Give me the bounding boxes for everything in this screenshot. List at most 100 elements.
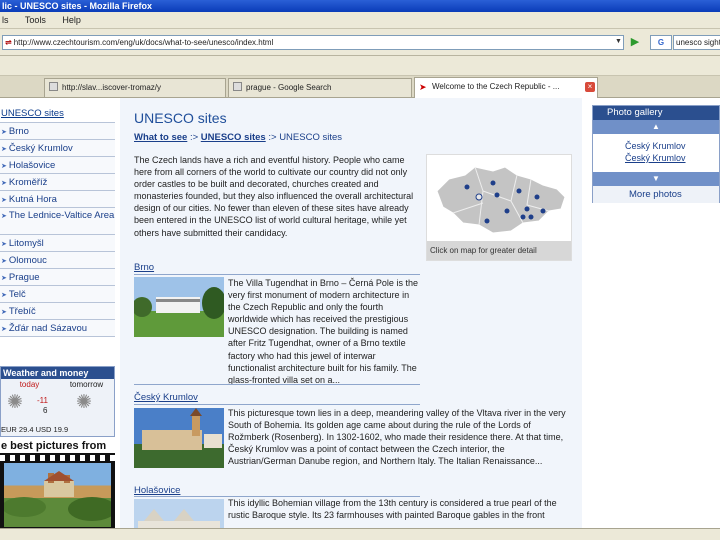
section-divider xyxy=(134,384,420,385)
address-bar[interactable]: ⇌ http://www.czechtourism.com/eng/uk/docs… xyxy=(2,35,624,50)
breadcrumb-separator: :> xyxy=(187,132,201,143)
sidebar-item-label: Holašovice xyxy=(8,160,56,171)
section-text-brno: The Villa Tugendhat in Brno – Černá Pole… xyxy=(228,277,420,386)
address-url: http://www.czechtourism.com/eng/uk/docs/… xyxy=(13,38,274,47)
sidebar-item-kutna-hora[interactable]: ➤ Kutná Hora xyxy=(0,191,115,208)
section-title-brno[interactable]: Brno xyxy=(134,262,154,273)
czech-republic-map-icon xyxy=(436,166,566,234)
tab-google-search[interactable]: prague - Google Search xyxy=(228,78,412,97)
castle-illustration xyxy=(2,471,116,521)
tab-title: http://slav...iscover-tromaz/y xyxy=(62,83,161,92)
arrow-icon: ➤ xyxy=(1,275,7,282)
weather-widget[interactable]: Weather and money today ✺ -11 6 tomorrow… xyxy=(0,366,115,437)
left-navigation: UNESCO sites ➤ Brno ➤ Český Krumlov ➤ Holaš… xyxy=(0,105,115,337)
photo-gallery: Photo gallery ▲ Český Krumlov Český Krum… xyxy=(592,105,720,203)
arrow-icon: ➤ xyxy=(1,258,7,265)
tomorrow-label: tomorrow xyxy=(69,380,104,389)
site-favicon-icon: ⇌ xyxy=(5,38,12,47)
gallery-up-arrow-icon[interactable]: ▲ xyxy=(593,120,719,134)
tab-title: prague - Google Search xyxy=(246,83,332,92)
section-title-cesky-krumlov[interactable]: Český Krumlov xyxy=(134,392,198,403)
gallery-caption-link[interactable]: Český Krumlov xyxy=(625,152,719,164)
holasovice-photo[interactable] xyxy=(134,499,224,528)
exchange-rates: EUR 29.4 USD 19.9 xyxy=(1,425,69,434)
cesky-krumlov-photo[interactable] xyxy=(134,408,224,468)
arrow-icon: ➤ xyxy=(1,129,7,136)
menu-bar: ls Tools Help xyxy=(0,12,720,29)
intro-text: The Czech lands have a rich and eventful… xyxy=(134,155,414,238)
gallery-captions: Český Krumlov Český Krumlov xyxy=(593,134,719,172)
best-pictures-title: e best pictures from xyxy=(0,439,115,453)
czech-map[interactable]: Click on map for greater detail xyxy=(426,154,572,261)
go-arrow-icon[interactable]: ▶ xyxy=(628,35,642,50)
sidebar-item-brno[interactable]: ➤ Brno xyxy=(0,123,115,140)
tab-czech-republic[interactable]: ➤ Welcome to the Czech Republic - ... × xyxy=(414,77,598,98)
more-photos-link[interactable]: More photos xyxy=(593,186,719,203)
breadcrumb-separator: :> xyxy=(265,132,280,143)
page-title: UNESCO sites xyxy=(134,110,227,126)
weather-title: Weather and money xyxy=(1,367,114,379)
sidebar-item-label: The Lednice-Valtice Area xyxy=(8,210,115,221)
section-text: This picturesque town lies in a deep, me… xyxy=(228,408,566,467)
film-holes xyxy=(0,455,115,461)
menu-tools[interactable]: Tools xyxy=(25,15,46,25)
sidebar-item-holasovice[interactable]: ➤ Holašovice xyxy=(0,157,115,174)
tab-slavic[interactable]: http://slav...iscover-tromaz/y xyxy=(44,78,226,97)
search-input[interactable]: unesco sights xyxy=(673,35,720,50)
landscape-photo xyxy=(2,463,116,527)
breadcrumb-what-to-see[interactable]: What to see xyxy=(134,132,187,143)
sidebar-item-label: Telč xyxy=(8,289,26,300)
today-label: today xyxy=(19,380,40,389)
search-engine-icon[interactable]: G xyxy=(650,35,672,50)
breadcrumb-unesco-sites[interactable]: UNESCO sites xyxy=(201,132,266,143)
sun-icon: ✺ xyxy=(7,392,23,413)
sidebar-item-label: Prague xyxy=(8,272,40,283)
sidebar-item-kromeriz[interactable]: ➤ Kroměříž xyxy=(0,174,115,191)
section-text-cesky-krumlov: This picturesque town lies in a deep, me… xyxy=(228,407,570,467)
sidebar-item-lednice-valtice[interactable]: ➤ The Lednice-Valtice Area xyxy=(0,208,115,235)
tab-strip: http://slav...iscover-tromaz/y prague - … xyxy=(0,76,720,98)
sidebar-item-prague[interactable]: ➤ Prague xyxy=(0,269,115,286)
weather-today: today ✺ -11 6 xyxy=(1,380,58,424)
best-pictures-banner[interactable]: e best pictures from xyxy=(0,439,116,528)
tab-title: Welcome to the Czech Republic - ... xyxy=(432,82,560,91)
gallery-title: Photo gallery xyxy=(593,106,719,120)
arrow-icon: ➤ xyxy=(1,146,7,153)
sidebar-header[interactable]: UNESCO sites xyxy=(0,105,115,123)
navigation-toolbar: ⇌ http://www.czechtourism.com/eng/uk/docs… xyxy=(0,29,720,56)
section-title-holasovice[interactable]: Holašovice xyxy=(134,485,180,496)
today-high: -11 xyxy=(37,396,48,405)
sidebar-item-litomysl[interactable]: ➤ Litomyšl xyxy=(0,235,115,252)
sidebar-item-label: Třebíč xyxy=(8,306,36,317)
section-text: The Villa Tugendhat in Brno – Černá Pole… xyxy=(228,278,418,385)
sidebar-item-zdar-nad-sazavou[interactable]: ➤ Žďár nad Sázavou xyxy=(0,320,115,337)
sidebar-item-trebic[interactable]: ➤ Třebíč xyxy=(0,303,115,320)
section-text: This idyllic Bohemian village from the 1… xyxy=(228,498,557,521)
history-dropdown-icon[interactable]: ▼ xyxy=(613,35,624,50)
breadcrumb: What to see :> UNESCO sites :> UNESCO si… xyxy=(134,132,342,143)
sidebar-item-cesky-krumlov[interactable]: ➤ Český Krumlov xyxy=(0,140,115,157)
status-bar xyxy=(0,528,720,540)
sidebar-item-olomouc[interactable]: ➤ Olomouc xyxy=(0,252,115,269)
web-page: UNESCO sites ➤ Brno ➤ Český Krumlov ➤ Holaš… xyxy=(0,98,720,528)
section-divider xyxy=(134,404,420,405)
villa-tugendhat-photo[interactable] xyxy=(134,277,224,337)
film-strip xyxy=(0,453,116,528)
sidebar-item-telc[interactable]: ➤ Telč xyxy=(0,286,115,303)
sidebar-item-label: Brno xyxy=(8,126,29,137)
page-icon xyxy=(233,82,242,91)
gallery-caption[interactable]: Český Krumlov xyxy=(625,140,719,152)
sidebar-item-label: Litomyšl xyxy=(8,238,44,249)
gallery-down-arrow-icon[interactable]: ▼ xyxy=(593,172,719,186)
page-icon xyxy=(49,82,58,91)
map-caption: Click on map for greater detail xyxy=(427,241,571,260)
menu-item[interactable]: ls xyxy=(2,15,9,25)
arrow-icon: ➤ xyxy=(1,326,7,333)
main-content: UNESCO sites What to see :> UNESCO sites… xyxy=(120,98,582,528)
arrow-icon: ➤ xyxy=(1,292,7,299)
menu-help[interactable]: Help xyxy=(62,15,81,25)
arrow-icon: ➤ xyxy=(1,213,7,220)
close-tab-icon[interactable]: × xyxy=(585,82,595,92)
sidebar-item-label: Olomouc xyxy=(8,255,47,266)
arrow-icon: ➤ xyxy=(1,180,7,187)
